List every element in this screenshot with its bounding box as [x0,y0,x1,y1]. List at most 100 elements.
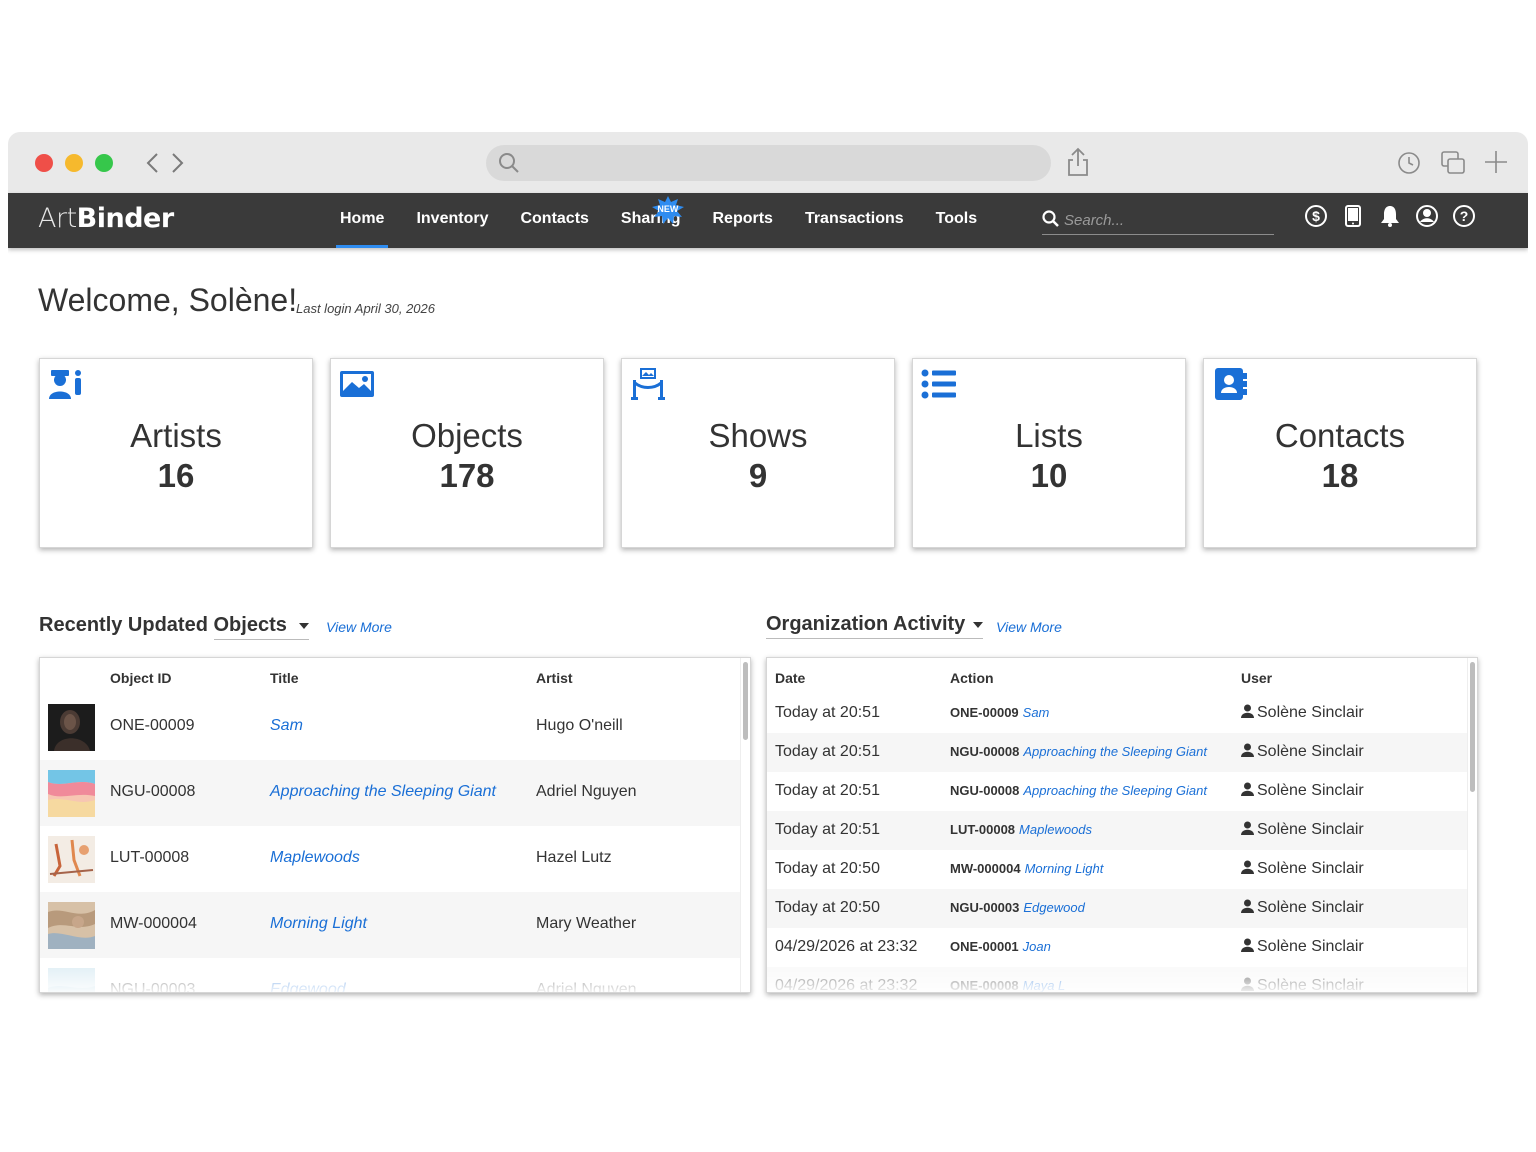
activity-action: ONE-00001 Joan [950,939,1051,954]
activity-object-link[interactable]: Approaching the Sleeping Giant [1023,744,1207,759]
nav-contacts[interactable]: Contacts [504,193,604,248]
caret-down-icon [973,621,984,628]
activity-dropdown[interactable]: Organization Activity [766,613,984,639]
activity-object-link[interactable]: Maplewoods [1019,822,1092,837]
activity-user-name: Solène Sinclair [1257,743,1364,760]
recent-objects-view-more-link[interactable]: View More [326,619,392,635]
back-arrow-icon[interactable] [144,150,162,176]
tablet-icon[interactable] [1341,204,1365,228]
column-header-title[interactable]: Title [270,670,299,686]
page-title: Welcome, Solène! [38,282,298,318]
user-icon [1241,899,1254,913]
table-row[interactable]: LUT-00008 Maplewoods Hazel Lutz [40,826,740,892]
tabs-icon[interactable] [1440,150,1466,176]
activity-object-link[interactable]: Morning Light [1025,861,1104,876]
activity-object-link[interactable]: Sam [1023,705,1050,720]
activity-row[interactable]: Today at 20:51 NGU-00008 Approaching the … [767,733,1467,772]
logo-suffix: Binder [76,203,175,234]
scrollbar-thumb[interactable] [743,662,748,740]
history-icon[interactable] [1397,151,1421,175]
navbar-icon-group: $ ? [1304,204,1476,228]
scrollbar[interactable] [740,658,750,992]
activity-object-link[interactable]: Edgewood [1023,900,1084,915]
activity-object-link[interactable]: Maya L [1023,978,1066,992]
artbinder-logo[interactable]: ArtBinder [38,203,174,234]
dollar-icon[interactable]: $ [1304,204,1328,228]
column-header-date[interactable]: Date [775,670,805,686]
activity-row[interactable]: Today at 20:50 MW-000004 Morning Light So… [767,850,1467,889]
artwork-thumbnail [48,968,95,992]
activity-user: Solène Sinclair [1241,860,1364,878]
new-tab-icon[interactable] [1484,150,1508,174]
column-header-artist[interactable]: Artist [536,670,573,686]
activity-date: Today at 20:51 [775,704,880,721]
table-row[interactable]: MW-000004 Morning Light Mary Weather [40,892,740,958]
activity-view-more-link[interactable]: View More [996,619,1062,635]
table-row[interactable]: NGU-00003 Edgewood Adriel Nguyen [40,958,740,992]
user-icon [1241,743,1254,757]
address-bar[interactable] [486,145,1051,181]
activity-object-id: ONE-00009 [950,705,1019,720]
nav-tools[interactable]: Tools [920,193,993,248]
minimize-window-button[interactable] [65,154,83,172]
activity-object-id: NGU-00008 [950,783,1020,798]
user-icon [1241,704,1254,718]
show-icon [631,368,665,400]
close-window-button[interactable] [35,154,53,172]
activity-row[interactable]: Today at 20:51 ONE-00009 Sam Solène Sincl… [767,694,1467,733]
artists-icon [49,370,81,399]
nav-transactions[interactable]: Transactions [789,193,920,248]
column-header-object-id[interactable]: Object ID [110,670,171,686]
card-artists[interactable]: Artists 16 [39,358,313,548]
activity-row[interactable]: Today at 20:50 NGU-00003 Edgewood Solène … [767,889,1467,928]
browser-window: ArtBinder Home Inventory Contacts Sharin… [8,132,1528,1012]
nav-inventory[interactable]: Inventory [400,193,504,248]
card-shows[interactable]: Shows 9 [621,358,895,548]
scrollbar[interactable] [1467,658,1477,992]
activity-user-name: Solène Sinclair [1257,821,1364,838]
activity-row[interactable]: 04/29/2026 at 23:32 ONE-00001 Joan Solène… [767,928,1467,967]
new-badge: NEW [651,195,685,225]
object-title-link[interactable]: Approaching the Sleeping Giant [270,783,496,801]
object-type-dropdown[interactable]: Objects [213,614,309,640]
object-title-link[interactable]: Sam [270,717,303,735]
card-lists[interactable]: Lists 10 [912,358,1186,548]
card-objects[interactable]: Objects 178 [330,358,604,548]
svg-text:$: $ [1312,208,1320,224]
column-header-user[interactable]: User [1241,670,1272,686]
caret-down-icon [298,622,309,629]
activity-dropdown-label: Organization Activity [766,613,966,635]
activity-date: Today at 20:51 [775,821,880,838]
object-id: MW-000004 [110,915,197,932]
user-icon [1241,977,1254,991]
card-contacts[interactable]: Contacts 18 [1203,358,1477,548]
object-title-link[interactable]: Morning Light [270,915,367,933]
search-input[interactable] [1064,209,1264,231]
nav-home[interactable]: Home [324,193,400,248]
table-row[interactable]: ONE-00009 Sam Hugo O'neill [40,694,740,760]
activity-object-link[interactable]: Joan [1023,939,1051,954]
object-title-link[interactable]: Maplewoods [270,849,360,867]
main-menu: Home Inventory Contacts Sharing NEW Repo… [324,193,993,248]
activity-action: MW-000004 Morning Light [950,861,1103,876]
help-icon[interactable]: ? [1452,204,1476,228]
activity-row[interactable]: 04/29/2026 at 23:32 ONE-00008 Maya L Solè… [767,967,1467,992]
activity-object-link[interactable]: Approaching the Sleeping Giant [1023,783,1207,798]
bell-icon[interactable] [1378,204,1402,228]
user-circle-icon[interactable] [1415,204,1439,228]
card-label: Objects [411,417,523,454]
activity-row[interactable]: Today at 20:51 LUT-00008 Maplewoods Solèn… [767,811,1467,850]
column-header-action[interactable]: Action [950,670,994,686]
activity-row[interactable]: Today at 20:51 NGU-00008 Approaching the … [767,772,1467,811]
table-row[interactable]: NGU-00008 Approaching the Sleeping Giant… [40,760,740,826]
share-icon[interactable] [1066,146,1090,178]
activity-user: Solène Sinclair [1241,938,1364,956]
object-title-link[interactable]: Edgewood [270,981,346,992]
nav-reports[interactable]: Reports [696,193,788,248]
nav-sharing[interactable]: Sharing NEW [605,193,697,248]
maximize-window-button[interactable] [95,154,113,172]
object-artist: Hugo O'neill [536,717,623,734]
activity-date: Today at 20:50 [775,860,880,877]
forward-arrow-icon[interactable] [168,150,186,176]
scrollbar-thumb[interactable] [1470,662,1475,792]
